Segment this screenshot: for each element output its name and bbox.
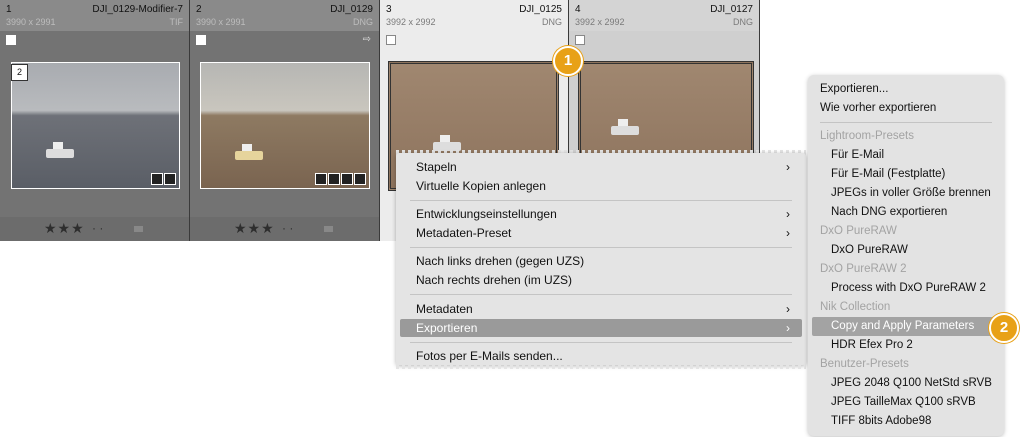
submenu-item-hdr-efex[interactable]: HDR Efex Pro 2 bbox=[831, 336, 994, 355]
menu-item-label: Stapeln bbox=[416, 160, 457, 174]
submenu-header-dxo-pureraw: DxO PureRAW bbox=[820, 225, 897, 237]
cell-dimensions: 3992 x 2992 bbox=[386, 17, 436, 27]
cell-dimensions: 3990 x 2991 bbox=[196, 17, 246, 27]
submenu-item-exportieren[interactable]: Exportieren... bbox=[820, 80, 994, 99]
cell-filename: DJI_0127 bbox=[710, 4, 753, 15]
submenu-item-jpegs-brennen[interactable]: JPEGs in voller Größe brennen bbox=[831, 184, 994, 203]
menu-item-label: Nach rechts drehen (im UZS) bbox=[416, 273, 573, 287]
cell-footer: ★★★ · · bbox=[190, 217, 379, 241]
callout-badge-2: 2 bbox=[989, 313, 1019, 343]
crop-icon[interactable] bbox=[164, 173, 176, 185]
chevron-right-icon: › bbox=[786, 321, 790, 335]
thumbnail-badges bbox=[151, 173, 176, 185]
menu-item-label: Virtuelle Kopien anlegen bbox=[416, 179, 546, 193]
cell-filetype: TIF bbox=[169, 17, 184, 27]
photo-cell-2[interactable]: 2 DJI_0129 3990 x 2991 DNG ⇨ ★★★ · · bbox=[190, 0, 380, 241]
rating-dots[interactable]: · · bbox=[282, 221, 293, 235]
comment-icon[interactable] bbox=[151, 173, 163, 185]
chevron-right-icon: › bbox=[786, 160, 790, 174]
menu-item-virtuelle-kopien[interactable]: Virtuelle Kopien anlegen bbox=[416, 177, 792, 195]
menu-torn-edge bbox=[396, 363, 806, 369]
cell-filetype: DNG bbox=[733, 17, 753, 27]
cell-filename: DJI_0129-Modifier-7 bbox=[92, 4, 183, 15]
cell-header: 3 DJI_0125 3992 x 2992 DNG bbox=[380, 0, 568, 31]
menu-item-exportieren[interactable]: Exportieren › bbox=[400, 319, 802, 337]
cell-dimensions: 3990 x 2991 bbox=[6, 17, 56, 27]
rating-dots[interactable]: · · bbox=[92, 221, 103, 235]
menu-item-label: Entwicklungseinstellungen bbox=[416, 207, 557, 221]
menu-divider bbox=[410, 342, 792, 343]
cell-index: 3 bbox=[386, 4, 392, 15]
pick-flag-icon[interactable] bbox=[575, 35, 585, 45]
cell-filename: DJI_0125 bbox=[519, 4, 562, 15]
develop-icon[interactable] bbox=[354, 173, 366, 185]
submenu-item-dxo-pureraw[interactable]: DxO PureRAW bbox=[831, 241, 994, 260]
boat-shape bbox=[611, 119, 639, 135]
menu-item-label: Metadaten bbox=[416, 302, 473, 316]
menu-divider bbox=[410, 247, 792, 248]
menu-item-label: Fotos per E-Mails senden... bbox=[416, 349, 563, 363]
menu-item-label: Metadaten-Preset bbox=[416, 226, 512, 240]
edit-icon[interactable] bbox=[341, 173, 353, 185]
menu-item-entwicklungseinstellungen[interactable]: Entwicklungseinstellungen › bbox=[416, 205, 792, 223]
submenu-item-fuer-email[interactable]: Für E-Mail bbox=[831, 146, 994, 165]
submenu-item-jpeg-taillemax[interactable]: JPEG TailleMax Q100 sRVB bbox=[831, 393, 994, 412]
menu-item-label: Nach links drehen (gegen UZS) bbox=[416, 254, 585, 268]
menu-item-metadaten[interactable]: Metadaten › bbox=[416, 300, 792, 318]
cell-index: 1 bbox=[6, 4, 12, 15]
boat-shape bbox=[235, 144, 263, 160]
submenu-item-nach-dng[interactable]: Nach DNG exportieren bbox=[831, 203, 994, 222]
thumbnail-badges bbox=[315, 173, 366, 185]
rating-stars[interactable]: ★★★ bbox=[234, 220, 275, 237]
color-label-icon[interactable] bbox=[324, 226, 333, 232]
rating-stars[interactable]: ★★★ bbox=[44, 220, 85, 237]
stack-count-badge[interactable]: 2 bbox=[11, 64, 28, 81]
menu-divider bbox=[410, 200, 792, 201]
cell-index: 4 bbox=[575, 4, 581, 15]
cell-filename: DJI_0129 bbox=[330, 4, 373, 15]
cell-filetype: DNG bbox=[542, 17, 562, 27]
sync-arrow-icon[interactable]: ⇨ bbox=[363, 34, 371, 45]
cell-index: 2 bbox=[196, 4, 202, 15]
menu-divider bbox=[410, 294, 792, 295]
menu-item-label: Exportieren bbox=[416, 321, 478, 335]
cell-footer: ★★★ · · bbox=[0, 217, 189, 241]
chevron-right-icon: › bbox=[786, 302, 790, 316]
context-menu: Stapeln › Virtuelle Kopien anlegen Entwi… bbox=[396, 153, 806, 365]
pick-flag-icon[interactable] bbox=[386, 35, 396, 45]
cell-header: 4 DJI_0127 3992 x 2992 DNG bbox=[569, 0, 759, 31]
menu-divider bbox=[820, 122, 992, 123]
photo-cell-1[interactable]: 1 DJI_0129-Modifier-7 3990 x 2991 TIF 2 … bbox=[0, 0, 190, 241]
color-label-icon[interactable] bbox=[134, 226, 143, 232]
cell-header: 1 DJI_0129-Modifier-7 3990 x 2991 TIF bbox=[0, 0, 189, 31]
submenu-item-tiff-8bits[interactable]: TIFF 8bits Adobe98 bbox=[831, 412, 994, 431]
submenu-item-jpeg-2048[interactable]: JPEG 2048 Q100 NetStd sRVB bbox=[831, 374, 994, 393]
boat-shape bbox=[46, 142, 74, 158]
menu-item-stapeln[interactable]: Stapeln › bbox=[416, 158, 792, 176]
pick-flag-icon[interactable] bbox=[6, 35, 16, 45]
pick-flag-icon[interactable] bbox=[196, 35, 206, 45]
menu-item-rotate-right[interactable]: Nach rechts drehen (im UZS) bbox=[416, 271, 792, 289]
submenu-item-process-dxo-2[interactable]: Process with DxO PureRAW 2 bbox=[831, 279, 994, 298]
submenu-item-fuer-email-festplatte[interactable]: Für E-Mail (Festplatte) bbox=[831, 165, 994, 184]
cell-dimensions: 3992 x 2992 bbox=[575, 17, 625, 27]
menu-item-rotate-left[interactable]: Nach links drehen (gegen UZS) bbox=[416, 252, 792, 270]
submenu-item-copy-apply[interactable]: Copy and Apply Parameters bbox=[812, 317, 998, 336]
thumbnail-image[interactable] bbox=[11, 62, 180, 189]
crop-icon[interactable] bbox=[328, 173, 340, 185]
thumbnail-image[interactable] bbox=[200, 62, 370, 189]
submenu-header-dxo-pureraw-2: DxO PureRAW 2 bbox=[820, 263, 907, 275]
export-submenu: Exportieren... Wie vorher exportieren Li… bbox=[808, 75, 1004, 436]
submenu-item-wie-vorher[interactable]: Wie vorher exportieren bbox=[820, 99, 994, 118]
submenu-header-lightroom-presets: Lightroom-Presets bbox=[820, 130, 914, 142]
submenu-header-nik-collection: Nik Collection bbox=[820, 301, 891, 313]
cell-header: 2 DJI_0129 3990 x 2991 DNG bbox=[190, 0, 379, 31]
submenu-header-benutzer-presets: Benutzer-Presets bbox=[820, 358, 909, 370]
cell-filetype: DNG bbox=[353, 17, 373, 27]
comment-icon[interactable] bbox=[315, 173, 327, 185]
callout-badge-1: 1 bbox=[553, 46, 583, 76]
menu-item-metadaten-preset[interactable]: Metadaten-Preset › bbox=[416, 224, 792, 242]
chevron-right-icon: › bbox=[786, 226, 790, 240]
chevron-right-icon: › bbox=[786, 207, 790, 221]
